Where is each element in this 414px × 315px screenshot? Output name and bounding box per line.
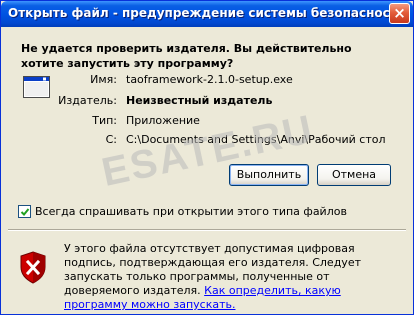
close-button[interactable]: × <box>389 3 410 24</box>
title-bar[interactable]: Открыть файл - предупреждение системы бе… <box>1 1 413 27</box>
always-ask-checkbox[interactable] <box>18 205 31 218</box>
cancel-button[interactable]: Отмена <box>317 164 391 186</box>
question-text: Не удается проверить издателя. Вы действ… <box>21 42 352 70</box>
publisher-label: Издатель: <box>58 94 117 107</box>
name-value: taoframework-2.1.0-setup.exe <box>126 73 293 86</box>
from-value: C:\Documents and Settings\Anvi\Рабочий с… <box>126 133 386 146</box>
security-shield-icon <box>20 251 46 284</box>
publisher-value: Неизвестный издатель <box>126 94 273 107</box>
type-value: Приложение <box>126 114 200 127</box>
checkmark-icon <box>20 208 30 216</box>
separator <box>8 229 406 231</box>
run-button[interactable]: Выполнить <box>229 164 309 186</box>
application-window-icon <box>23 76 50 98</box>
name-label: Имя: <box>90 73 117 86</box>
always-ask-label[interactable]: Всегда спрашивать при открытии этого тип… <box>35 205 347 218</box>
type-label: Тип: <box>92 114 117 127</box>
window-title: Открыть файл - предупреждение системы бе… <box>8 6 406 20</box>
warning-message: У этого файла отсутствует допустимая циф… <box>64 242 399 312</box>
security-warning-dialog: Открыть файл - предупреждение системы бе… <box>0 0 414 315</box>
from-label: С: <box>105 133 117 146</box>
